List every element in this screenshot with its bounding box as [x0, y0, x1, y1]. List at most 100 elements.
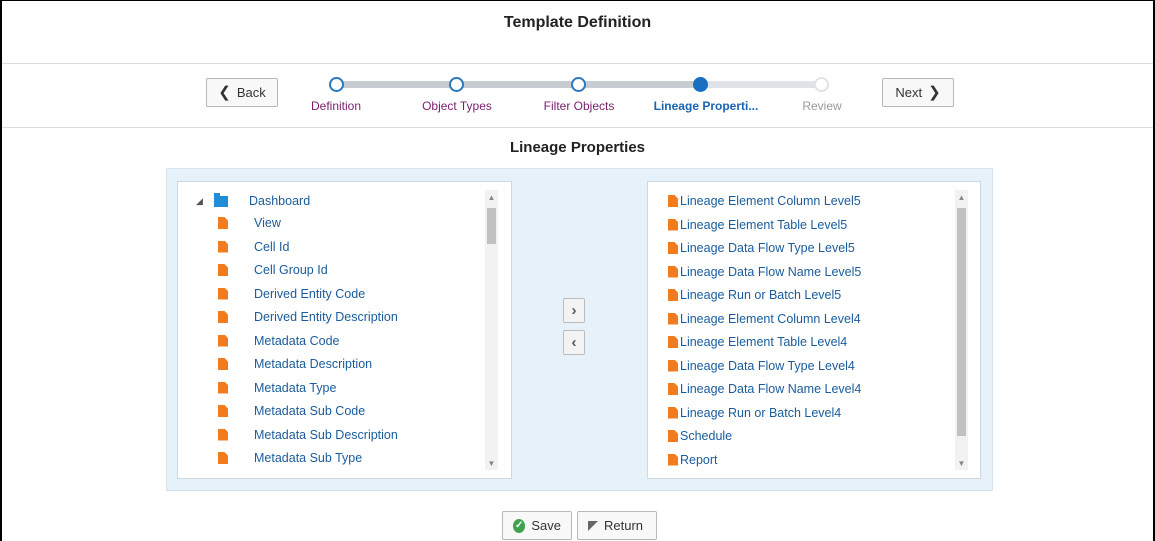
collapse-triangle-icon[interactable]: ◢	[196, 196, 206, 207]
scroll-thumb[interactable]	[957, 208, 966, 436]
file-icon	[218, 287, 228, 300]
tree-node-label: Dashboard	[249, 194, 311, 208]
list-item-label: Metadata Description	[254, 357, 373, 371]
scroll-up-arrow-icon[interactable]: ▲	[955, 190, 968, 204]
file-icon	[218, 334, 228, 347]
list-item[interactable]: Cell Group Id	[218, 259, 328, 281]
file-icon	[218, 217, 228, 229]
file-icon	[668, 195, 678, 207]
scroll-down-arrow-icon[interactable]: ▼	[955, 456, 968, 470]
list-item-label: Metadata Code	[254, 333, 340, 348]
list-item[interactable]: Metadata Code	[218, 330, 339, 352]
list-item[interactable]: Metadata Sub Code	[218, 400, 365, 422]
back-button-label: Back	[236, 85, 266, 100]
back-button[interactable]: ❮ Back	[206, 78, 278, 107]
file-icon	[218, 381, 228, 394]
next-button[interactable]: Next ❯	[882, 78, 954, 107]
list-item[interactable]: Derived Entity Code	[218, 283, 365, 305]
list-item-label: Lineage Run or Batch Level5	[680, 288, 842, 302]
selected-list[interactable]: Lineage Element Column Level5 Lineage Ele…	[647, 181, 981, 479]
file-icon	[668, 336, 678, 348]
file-icon	[668, 312, 678, 325]
step-label-filter-objects[interactable]: Filter Objects	[519, 99, 639, 113]
step-dot-review	[814, 77, 829, 92]
list-item[interactable]: Lineage Element Table Level4	[668, 331, 847, 353]
return-arrow-icon	[588, 520, 598, 531]
list-item[interactable]: Lineage Data Flow Type Level4	[668, 355, 855, 377]
list-item-label: Metadata Type	[254, 380, 337, 395]
list-item[interactable]: Metadata Sub Description	[218, 424, 398, 446]
list-item[interactable]: Derived Entity Description	[218, 306, 398, 328]
section-title: Lineage Properties	[509, 139, 646, 156]
step-label-lineage-properties[interactable]: Lineage Properti...	[646, 99, 766, 113]
move-left-button[interactable]: ‹	[563, 330, 585, 355]
file-icon	[218, 428, 228, 441]
list-item[interactable]: View	[218, 212, 281, 234]
list-item-label: Lineage Element Column Level4	[680, 311, 861, 326]
wizard-divider	[2, 127, 1153, 128]
file-icon	[668, 218, 678, 231]
list-item[interactable]: Lineage Element Column Level5	[668, 190, 861, 212]
file-icon	[668, 453, 678, 466]
step-label-definition[interactable]: Definition	[276, 99, 396, 113]
list-item[interactable]: Cell Id	[218, 236, 289, 258]
step-dot-lineage-properties[interactable]	[693, 77, 708, 92]
file-icon	[218, 452, 228, 464]
list-item[interactable]: Lineage Data Flow Name Level5	[668, 261, 861, 283]
list-item[interactable]: Report	[668, 449, 718, 471]
list-item-label: Lineage Run or Batch Level4	[680, 405, 842, 420]
list-item[interactable]: Lineage Element Column Level4	[668, 308, 861, 330]
file-icon	[218, 311, 228, 323]
list-item[interactable]: Metadata Sub Type	[218, 447, 362, 469]
list-item[interactable]: Metadata Type	[218, 377, 336, 399]
chevron-right-icon: ❯	[928, 84, 941, 101]
return-button[interactable]: Return	[577, 511, 657, 540]
tree-node-dashboard[interactable]: ◢ Dashboard	[196, 190, 310, 212]
return-button-label: Return	[604, 518, 644, 533]
move-right-button[interactable]: ›	[563, 298, 585, 323]
chevron-left-icon: ‹	[571, 334, 577, 351]
list-item[interactable]: Lineage Run or Batch Level4	[668, 402, 841, 424]
file-icon	[218, 358, 228, 370]
list-item[interactable]: Lineage Run or Batch Level5	[668, 284, 841, 306]
save-button[interactable]: ✓ Save	[502, 511, 572, 540]
check-circle-icon: ✓	[513, 518, 526, 533]
list-item[interactable]: Lineage Data Flow Type Level5	[668, 237, 855, 259]
list-item-label: Lineage Data Flow Type Level4	[680, 358, 855, 373]
file-icon	[668, 265, 678, 278]
save-button-label: Save	[531, 518, 561, 533]
list-item-label: Derived Entity Code	[254, 286, 366, 301]
list-item[interactable]: Lineage Element Table Level5	[668, 214, 847, 236]
step-dot-definition[interactable]	[329, 77, 344, 92]
step-dot-object-types[interactable]	[449, 77, 464, 92]
selected-scrollbar[interactable]: ▲ ▼	[955, 190, 968, 470]
list-item-label: Report	[680, 452, 718, 467]
file-icon	[668, 359, 678, 372]
available-scrollbar[interactable]: ▲ ▼	[485, 190, 498, 470]
list-item-label: Metadata Sub Description	[254, 427, 398, 442]
list-item-label: Lineage Data Flow Name Level5	[680, 264, 862, 279]
file-icon	[218, 264, 228, 276]
list-item-label: Cell Group Id	[254, 263, 328, 277]
list-item-label: View	[254, 216, 281, 230]
file-icon	[218, 405, 228, 417]
chevron-right-icon: ›	[571, 302, 577, 319]
list-item[interactable]: Schedule	[668, 425, 732, 447]
list-item-label: Derived Entity Description	[254, 310, 398, 324]
scroll-thumb[interactable]	[487, 208, 496, 244]
list-item-label: Lineage Data Flow Name Level4	[680, 382, 862, 396]
next-button-label: Next	[895, 85, 923, 100]
list-item-label: Lineage Element Table Level4	[680, 335, 848, 349]
file-icon	[668, 383, 678, 395]
step-label-object-types[interactable]: Object Types	[397, 99, 517, 113]
scroll-down-arrow-icon[interactable]: ▼	[485, 456, 498, 470]
list-item[interactable]: Metadata Description	[218, 353, 372, 375]
available-list[interactable]: ◢ Dashboard View Cell Id Cell Group Id Deri…	[177, 181, 512, 479]
list-item[interactable]: Lineage Data Flow Name Level4	[668, 378, 861, 400]
step-dot-filter-objects[interactable]	[571, 77, 586, 92]
folder-icon	[214, 192, 228, 207]
scroll-up-arrow-icon[interactable]: ▲	[485, 190, 498, 204]
list-item-label: Lineage Element Table Level5	[680, 217, 848, 232]
file-icon	[218, 240, 228, 253]
list-item-label: Lineage Element Column Level5	[680, 194, 861, 208]
